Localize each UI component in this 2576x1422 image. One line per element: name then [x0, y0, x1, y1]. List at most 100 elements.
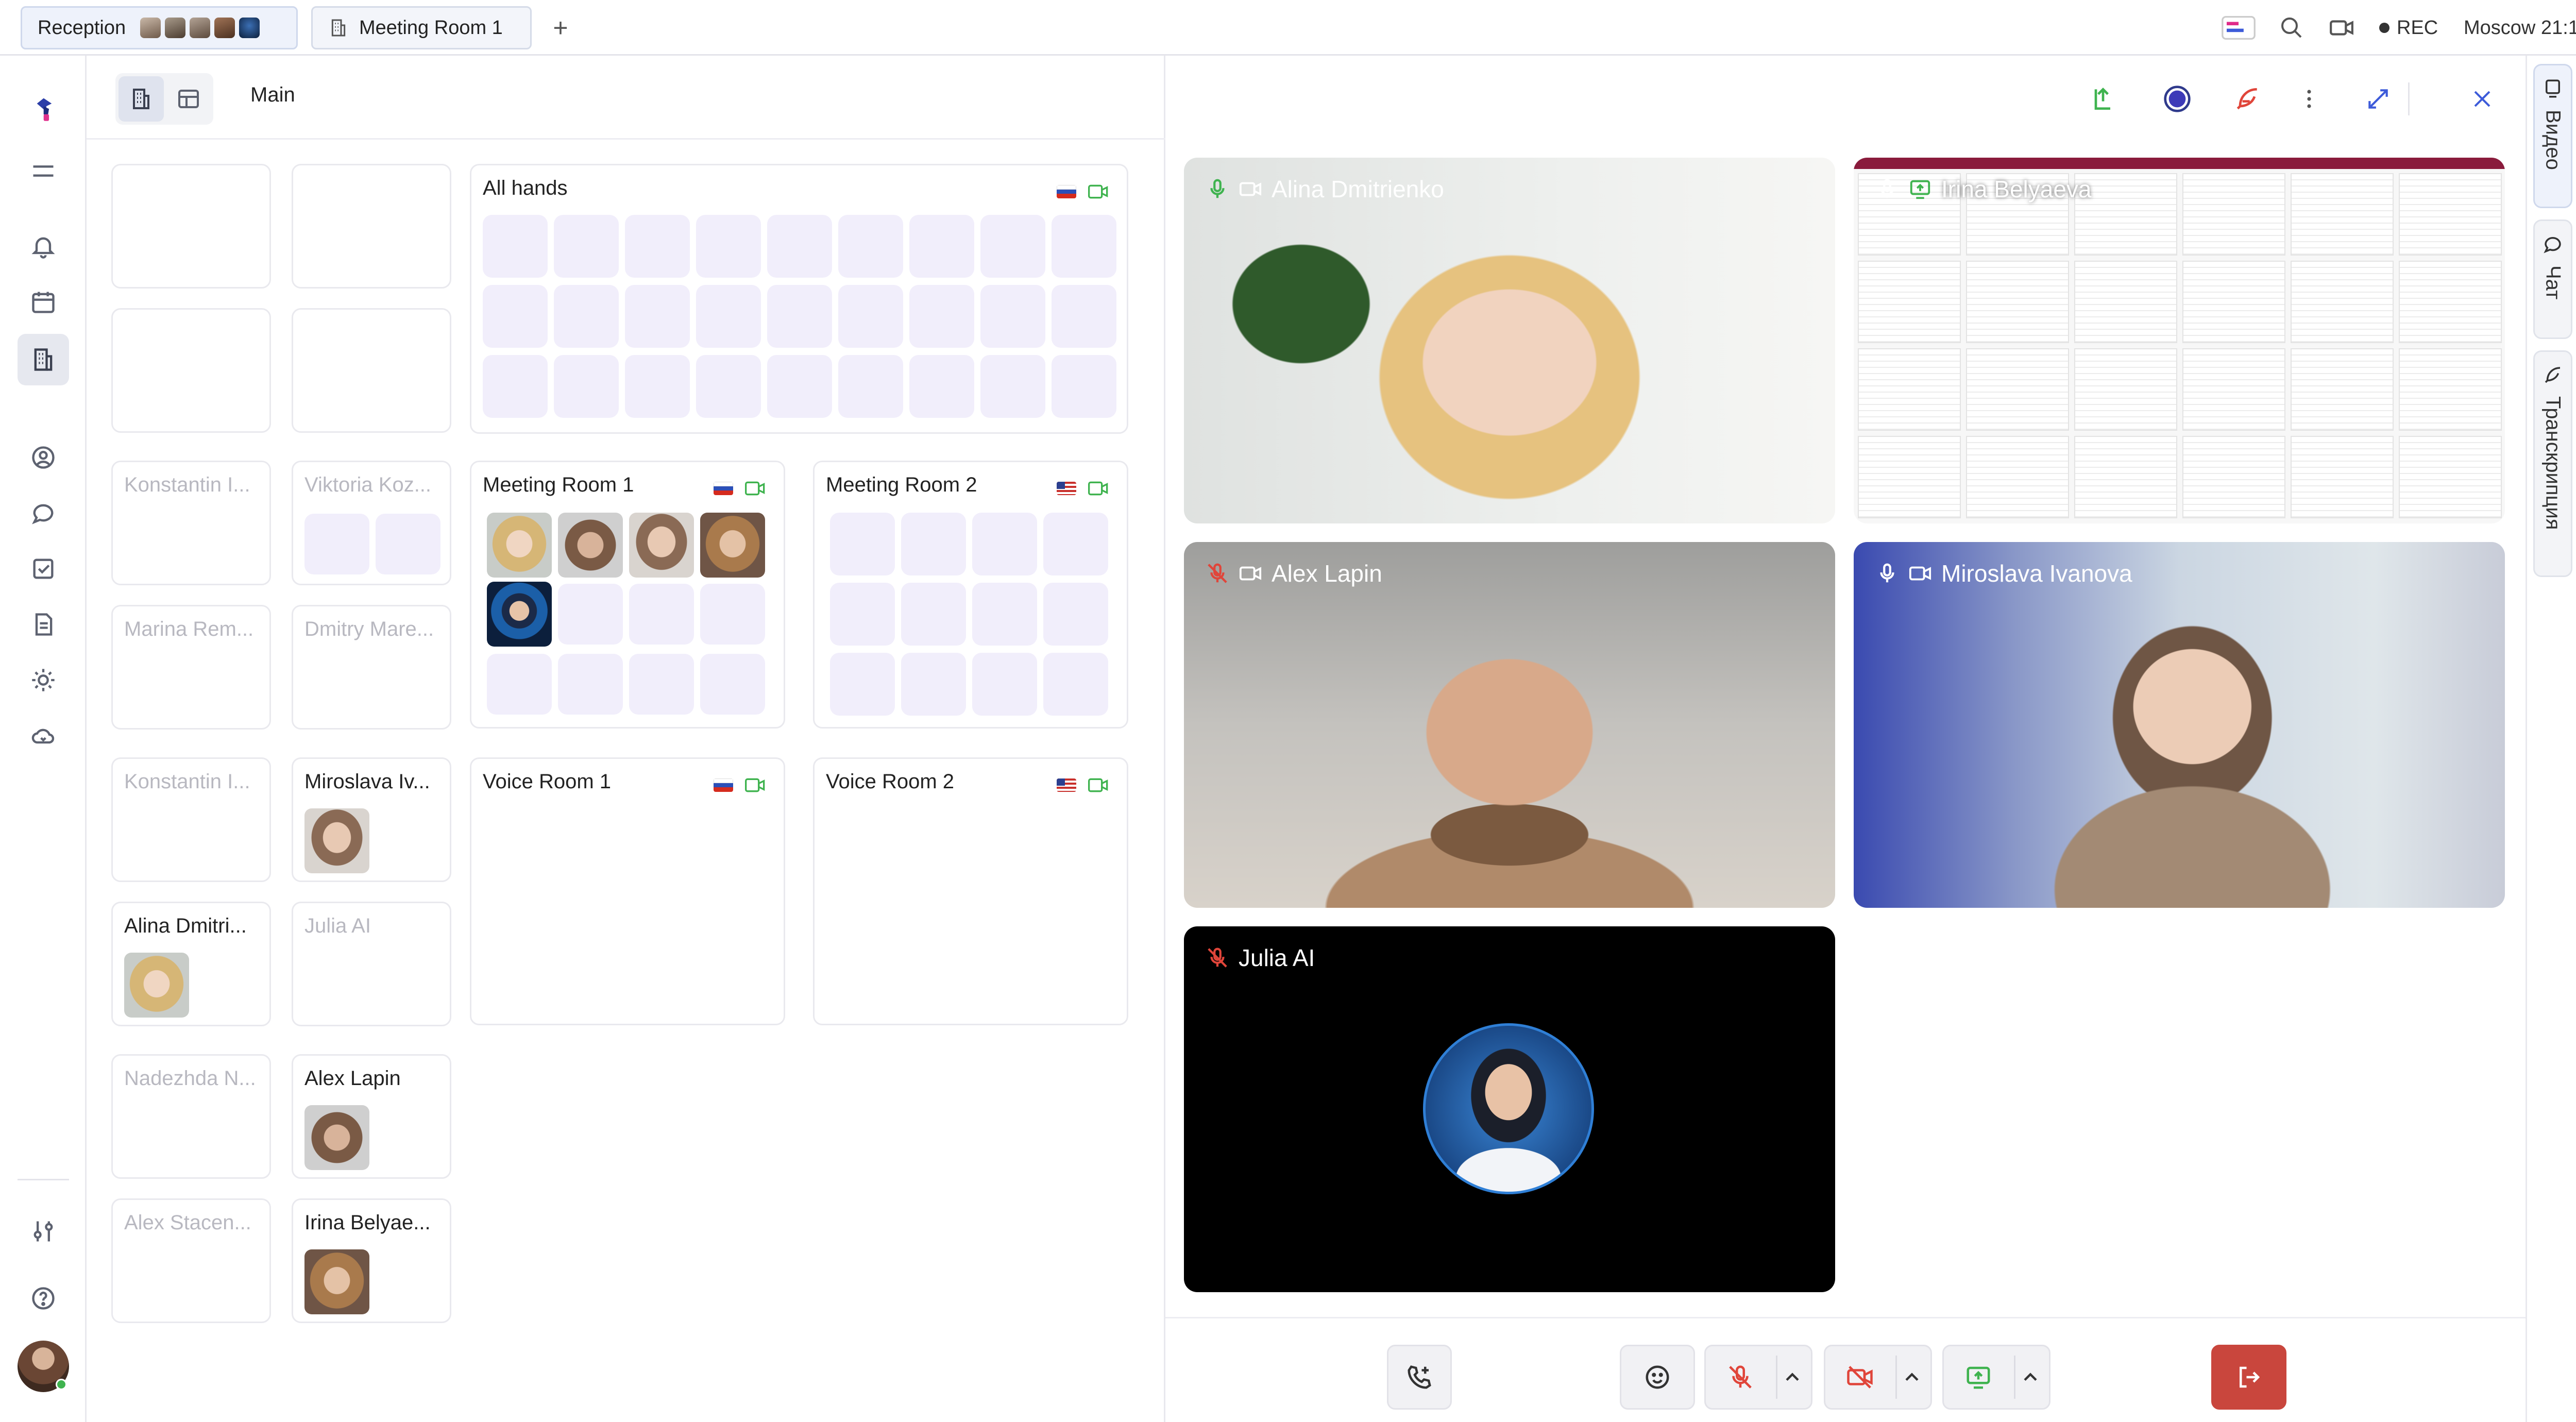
- seat-slot[interactable]: [700, 584, 765, 645]
- desk-card[interactable]: [111, 164, 271, 289]
- video-icon[interactable]: [2329, 0, 2354, 56]
- help-icon[interactable]: [26, 1281, 61, 1316]
- seat-slot[interactable]: [972, 513, 1037, 575]
- room-voice-1[interactable]: Voice Room 1: [470, 757, 785, 1025]
- seat-slot[interactable]: [830, 583, 895, 646]
- calendar-icon[interactable]: [26, 284, 61, 319]
- cloud-icon[interactable]: [26, 718, 61, 753]
- seat-slot[interactable]: [304, 514, 369, 574]
- video-tile[interactable]: Alex Lapin: [1184, 542, 1835, 908]
- seat-slot[interactable]: [767, 285, 832, 348]
- avatar[interactable]: [304, 808, 369, 873]
- microphone-button[interactable]: [1704, 1345, 1812, 1410]
- tab-chat[interactable]: Чат: [2533, 219, 2572, 339]
- seat-slot[interactable]: [625, 285, 690, 348]
- building-icon[interactable]: [18, 334, 69, 385]
- close-icon[interactable]: [2462, 78, 2503, 120]
- desk-card[interactable]: [111, 308, 271, 433]
- avatar[interactable]: [18, 1341, 69, 1392]
- avatar[interactable]: [124, 953, 189, 1018]
- seat-slot[interactable]: [629, 654, 694, 715]
- video-tile[interactable]: Alina Dmitrienko: [1184, 158, 1835, 523]
- avatar[interactable]: [304, 1105, 369, 1170]
- desk-card[interactable]: Miroslava Iv...: [292, 757, 451, 882]
- seat-slot[interactable]: [1052, 215, 1116, 278]
- feather-icon[interactable]: [2227, 78, 2268, 120]
- rec-indicator[interactable]: REC: [2379, 0, 2438, 56]
- seat-slot[interactable]: [376, 514, 440, 574]
- seat-slot[interactable]: [901, 583, 966, 646]
- seat-slot[interactable]: [554, 215, 619, 278]
- desk-card[interactable]: Alex Stacen...: [111, 1198, 271, 1323]
- seat-slot[interactable]: [696, 355, 761, 418]
- seat-slot[interactable]: [625, 355, 690, 418]
- seat-slot[interactable]: [909, 215, 974, 278]
- room-all-hands[interactable]: All hands: [470, 164, 1128, 434]
- expand-icon[interactable]: [2358, 78, 2399, 120]
- seat-slot[interactable]: [554, 355, 619, 418]
- add-call-button[interactable]: [1387, 1345, 1452, 1410]
- desk-card[interactable]: Konstantin I...: [111, 757, 271, 882]
- seat-slot[interactable]: [1052, 285, 1116, 348]
- seat-slot[interactable]: [487, 654, 552, 715]
- screen-share-button[interactable]: [1942, 1345, 2050, 1410]
- desk-card[interactable]: Alina Dmitri...: [111, 902, 271, 1026]
- seat-slot[interactable]: [980, 215, 1045, 278]
- leave-call-button[interactable]: [2211, 1345, 2286, 1410]
- avatar[interactable]: [700, 513, 765, 578]
- room-voice-2[interactable]: Voice Room 2: [813, 757, 1128, 1025]
- desk-card[interactable]: [292, 164, 451, 289]
- seat-slot[interactable]: [696, 285, 761, 348]
- seat-slot[interactable]: [901, 653, 966, 716]
- avatar[interactable]: [304, 1249, 369, 1314]
- seat-slot[interactable]: [830, 653, 895, 716]
- more-icon[interactable]: [2294, 78, 2325, 120]
- seat-slot[interactable]: [838, 215, 903, 278]
- menu-icon[interactable]: [26, 154, 61, 189]
- avatar[interactable]: [558, 513, 623, 578]
- seat-slot[interactable]: [767, 215, 832, 278]
- desk-card[interactable]: Alex Lapin: [292, 1054, 451, 1179]
- share-out-icon[interactable]: [2082, 78, 2124, 120]
- chevron-up-icon[interactable]: [2019, 1366, 2042, 1389]
- seat-slot[interactable]: [830, 513, 895, 575]
- tab-transcript[interactable]: Транскрипция: [2533, 350, 2572, 577]
- seat-slot[interactable]: [972, 583, 1037, 646]
- chat-icon[interactable]: [26, 496, 61, 531]
- seat-slot[interactable]: [838, 285, 903, 348]
- seat-slot[interactable]: [909, 355, 974, 418]
- seat-slot[interactable]: [1043, 653, 1108, 716]
- desk-card[interactable]: Marina Rem...: [111, 605, 271, 730]
- document-icon[interactable]: [26, 607, 61, 642]
- chevron-up-icon[interactable]: [1901, 1366, 1923, 1389]
- add-tab-button[interactable]: +: [546, 13, 575, 42]
- building-view-button[interactable]: [118, 76, 164, 122]
- desk-card[interactable]: Viktoria Koz...: [292, 461, 451, 585]
- seat-slot[interactable]: [767, 355, 832, 418]
- logo-icon[interactable]: [24, 84, 65, 136]
- record-icon[interactable]: [2157, 78, 2198, 120]
- desk-card[interactable]: Dmitry Mare...: [292, 605, 451, 730]
- video-tile[interactable]: Irina Belyaeva: [1854, 158, 2505, 523]
- desk-card[interactable]: [292, 308, 451, 433]
- avatar[interactable]: [629, 513, 694, 578]
- floorplan-view-button[interactable]: [166, 76, 211, 122]
- sliders-icon[interactable]: [26, 1214, 61, 1249]
- checkbox-icon[interactable]: [26, 551, 61, 586]
- room-meeting-1[interactable]: Meeting Room 1: [470, 461, 785, 729]
- seat-slot[interactable]: [972, 653, 1037, 716]
- video-tile[interactable]: Julia AI: [1184, 926, 1835, 1292]
- seat-slot[interactable]: [625, 215, 690, 278]
- tab-reception[interactable]: Reception: [21, 6, 298, 49]
- seat-slot[interactable]: [838, 355, 903, 418]
- seat-slot[interactable]: [483, 215, 548, 278]
- seat-slot[interactable]: [483, 355, 548, 418]
- indicator-icon[interactable]: [2221, 0, 2257, 56]
- avatar[interactable]: [487, 582, 552, 647]
- camera-button[interactable]: [1824, 1345, 1932, 1410]
- seat-slot[interactable]: [696, 215, 761, 278]
- seat-slot[interactable]: [909, 285, 974, 348]
- seat-slot[interactable]: [1052, 355, 1116, 418]
- chevron-up-icon[interactable]: [1781, 1366, 1804, 1389]
- emoji-button[interactable]: [1620, 1345, 1695, 1410]
